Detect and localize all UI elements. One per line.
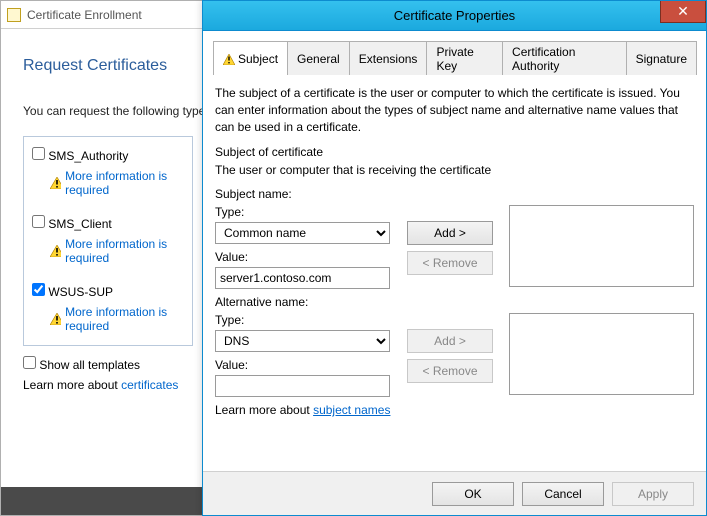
wizard-window-title: Certificate Enrollment: [27, 8, 142, 22]
more-info-link[interactable]: More information is required: [65, 305, 184, 333]
learn-more-row: Learn more about subject names: [215, 403, 694, 417]
tab-cert-authority[interactable]: Certification Authority: [502, 41, 627, 76]
tab-label: Signature: [636, 52, 687, 66]
subject-type-select[interactable]: Common name: [215, 222, 390, 244]
tab-label: Private Key: [436, 45, 493, 73]
tab-private-key[interactable]: Private Key: [426, 41, 503, 76]
warning-icon: [50, 177, 61, 189]
tab-row: Subject General Extensions Private Key C…: [203, 31, 706, 76]
certificate-properties-dialog: Certificate Properties ✕ Subject General…: [202, 0, 707, 516]
tab-label: Subject: [238, 52, 278, 66]
alt-type-select[interactable]: DNS: [215, 330, 390, 352]
subject-add-button[interactable]: Add >: [407, 221, 493, 245]
subject-remove-button[interactable]: < Remove: [407, 251, 493, 275]
dialog-titlebar[interactable]: Certificate Properties ✕: [203, 1, 706, 31]
alt-remove-button[interactable]: < Remove: [407, 359, 493, 383]
template-list: SMS_Authority More information is requir…: [23, 136, 193, 346]
template-checkbox-sms-authority[interactable]: [32, 147, 45, 160]
template-label: SMS_Authority: [48, 149, 128, 163]
show-all-label: Show all templates: [39, 358, 140, 372]
tab-label: Certification Authority: [512, 45, 617, 73]
alt-add-button[interactable]: Add >: [407, 329, 493, 353]
subject-value-input[interactable]: [215, 267, 390, 289]
warning-icon: [50, 313, 61, 325]
tab-label: General: [297, 52, 340, 66]
close-button[interactable]: ✕: [660, 1, 706, 23]
tab-general[interactable]: General: [287, 41, 350, 76]
learn-more-text: Learn more about: [215, 403, 310, 417]
dialog-body: The subject of a certificate is the user…: [203, 75, 706, 471]
template-item-wsus-sup: WSUS-SUP More information is required: [32, 283, 184, 333]
warning-icon: [223, 54, 235, 65]
learn-more-link[interactable]: certificates: [121, 378, 178, 392]
dialog-title: Certificate Properties: [203, 8, 706, 23]
certificate-icon: [7, 8, 21, 22]
template-checkbox-sms-client[interactable]: [32, 215, 45, 228]
subject-name-label: Subject name:: [215, 187, 694, 201]
intro-text: The subject of a certificate is the user…: [215, 85, 694, 135]
more-info-link[interactable]: More information is required: [65, 169, 184, 197]
alt-name-label: Alternative name:: [215, 295, 694, 309]
subject-type-label: Type:: [215, 205, 395, 219]
template-item-sms-client: SMS_Client More information is required: [32, 215, 184, 265]
tab-label: Extensions: [359, 52, 418, 66]
learn-more-text: Learn more about: [23, 378, 118, 392]
subject-cert-desc: The user or computer that is receiving t…: [215, 163, 694, 177]
ok-button[interactable]: OK: [432, 482, 514, 506]
cancel-button[interactable]: Cancel: [522, 482, 604, 506]
subject-cert-title: Subject of certificate: [215, 145, 694, 159]
dialog-button-row: OK Cancel Apply: [203, 471, 706, 515]
learn-more-link[interactable]: subject names: [313, 403, 390, 417]
subject-value-label: Value:: [215, 250, 395, 264]
template-label: WSUS-SUP: [48, 285, 113, 299]
tab-extensions[interactable]: Extensions: [349, 41, 428, 76]
apply-button[interactable]: Apply: [612, 482, 694, 506]
template-checkbox-wsus-sup[interactable]: [32, 283, 45, 296]
warning-icon: [50, 245, 61, 257]
subject-name-section: Type: Common name Value: Add > < Remove: [215, 205, 694, 289]
alt-name-listbox[interactable]: [509, 313, 694, 395]
alt-value-label: Value:: [215, 358, 395, 372]
more-info-link[interactable]: More information is required: [65, 237, 184, 265]
alt-name-section: Type: DNS Value: Add > < Remove: [215, 313, 694, 397]
subject-name-listbox[interactable]: [509, 205, 694, 287]
tab-signature[interactable]: Signature: [626, 41, 697, 76]
template-label: SMS_Client: [48, 217, 111, 231]
template-item-sms-authority: SMS_Authority More information is requir…: [32, 147, 184, 197]
tab-subject[interactable]: Subject: [213, 41, 288, 76]
alt-value-input[interactable]: [215, 375, 390, 397]
show-all-checkbox[interactable]: [23, 356, 36, 369]
alt-type-label: Type:: [215, 313, 395, 327]
